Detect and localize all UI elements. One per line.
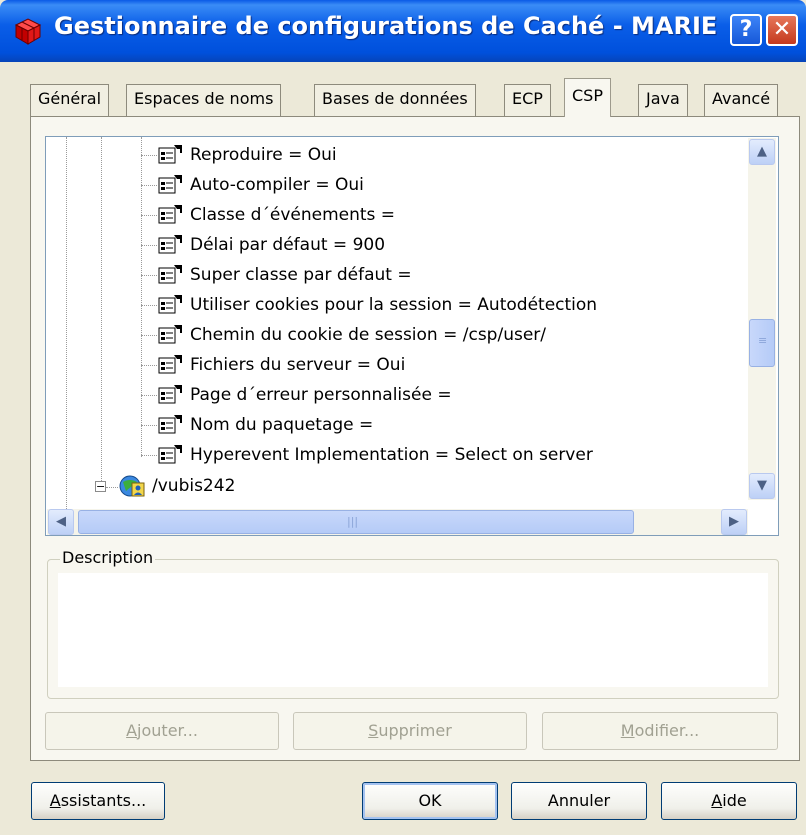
tab-advanced[interactable]: Avancé bbox=[704, 84, 779, 116]
scroll-left-button[interactable]: ◀ bbox=[48, 509, 74, 535]
tree-item[interactable]: Nom du paquetage = bbox=[156, 410, 373, 440]
tree-item-label: Page d´erreur personnalisée = bbox=[190, 385, 452, 405]
cache-cube-icon bbox=[14, 18, 42, 45]
property-icon bbox=[158, 415, 182, 434]
description-label: Description bbox=[60, 548, 156, 567]
help-accel: A bbox=[711, 791, 723, 810]
tab-general[interactable]: Général bbox=[30, 84, 110, 116]
tab-databases[interactable]: Bases de données bbox=[314, 84, 476, 116]
tree-line bbox=[106, 487, 118, 488]
tree-item[interactable]: Hyperevent Implementation = Select on se… bbox=[156, 440, 593, 470]
delete-accel: S bbox=[368, 721, 379, 740]
scroll-down-button[interactable]: ▼ bbox=[749, 473, 775, 499]
property-icon bbox=[158, 265, 182, 284]
tree-line bbox=[141, 215, 157, 216]
tree-item[interactable]: Classe d´événements = bbox=[156, 200, 395, 230]
close-window-button[interactable]: ✕ bbox=[766, 14, 798, 46]
configuration-tree[interactable]: Reproduire = Oui Auto-compiler = Oui Cla… bbox=[45, 136, 779, 536]
cancel-button[interactable]: Annuler bbox=[511, 782, 647, 820]
add-button[interactable]: Ajouter... bbox=[45, 712, 279, 750]
tree-item[interactable]: Reproduire = Oui bbox=[156, 140, 337, 170]
tree-item-label: Chemin du cookie de session = /csp/user/ bbox=[190, 325, 547, 345]
tree-line bbox=[141, 305, 157, 306]
property-icon bbox=[158, 205, 182, 224]
description-text bbox=[58, 573, 768, 687]
modify-accel: M bbox=[620, 721, 635, 740]
tree-item-label: Super classe par défaut = bbox=[190, 265, 412, 285]
tree-line bbox=[141, 425, 157, 426]
tree-folder-node[interactable]: /vubis242 bbox=[118, 471, 235, 501]
title-bar[interactable]: Gestionnaire de configurations de Caché … bbox=[0, 0, 806, 62]
tree-item-label: Reproduire = Oui bbox=[190, 145, 337, 165]
property-icon bbox=[158, 355, 182, 374]
vertical-scrollbar[interactable]: ▲ ≡ ▼ bbox=[748, 138, 776, 500]
tree-line bbox=[141, 155, 157, 156]
tab-java[interactable]: Java bbox=[638, 84, 688, 116]
tree-item-label: Utiliser cookies pour la session = Autod… bbox=[190, 295, 598, 315]
tree-item[interactable]: Chemin du cookie de session = /csp/user/ bbox=[156, 320, 546, 350]
modify-button[interactable]: Modifier... bbox=[542, 712, 778, 750]
tree-item[interactable]: Auto-compiler = Oui bbox=[156, 170, 364, 200]
wizards-accel: A bbox=[49, 791, 61, 810]
tree-line bbox=[66, 137, 67, 517]
ok-button[interactable]: OK bbox=[362, 782, 498, 820]
tree-line bbox=[141, 275, 157, 276]
property-icon bbox=[158, 175, 182, 194]
tab-csp[interactable]: CSP bbox=[564, 78, 611, 117]
tree-folder-label: /vubis242 bbox=[152, 476, 236, 496]
tree-line bbox=[141, 395, 157, 396]
tree-line bbox=[101, 137, 102, 487]
tree-item-label: Hyperevent Implementation = Select on se… bbox=[190, 445, 593, 465]
scroll-right-button[interactable]: ▶ bbox=[721, 509, 747, 535]
grip-icon: ≡ bbox=[758, 334, 768, 347]
tree-line bbox=[141, 365, 157, 366]
tree-item-label: Nom du paquetage = bbox=[190, 415, 374, 435]
tree-item-label: Auto-compiler = Oui bbox=[190, 175, 364, 195]
delete-button[interactable]: Supprimer bbox=[293, 712, 527, 750]
tree-line bbox=[141, 335, 157, 336]
property-icon bbox=[158, 325, 182, 344]
property-icon bbox=[158, 445, 182, 464]
tree-item[interactable]: Fichiers du serveur = Oui bbox=[156, 350, 405, 380]
tree-item[interactable]: Utiliser cookies pour la session = Autod… bbox=[156, 290, 597, 320]
property-icon bbox=[158, 235, 182, 254]
tree-line bbox=[141, 455, 157, 456]
tree-item-label: Classe d´événements = bbox=[190, 205, 396, 225]
horizontal-scroll-thumb[interactable]: ||| bbox=[78, 510, 634, 534]
horizontal-scrollbar[interactable]: ◀ ||| ▶ bbox=[47, 509, 748, 535]
csp-application-icon bbox=[119, 475, 145, 497]
tree-item[interactable]: Super classe par défaut = bbox=[156, 260, 412, 290]
tree-item-label: Fichiers du serveur = Oui bbox=[190, 355, 406, 375]
help-button[interactable]: Aide bbox=[661, 782, 797, 820]
tree-item-label: Délai par défaut = 900 bbox=[190, 235, 386, 255]
property-icon bbox=[158, 145, 182, 164]
property-icon bbox=[158, 295, 182, 314]
add-accel: A bbox=[126, 721, 138, 740]
property-icon bbox=[158, 385, 182, 404]
tree-line bbox=[141, 245, 157, 246]
collapse-toggle[interactable]: − bbox=[95, 481, 106, 492]
tree-line bbox=[141, 185, 157, 186]
tree-item[interactable]: Page d´erreur personnalisée = bbox=[156, 380, 452, 410]
help-title-button[interactable]: ? bbox=[730, 14, 762, 46]
tab-namespaces[interactable]: Espaces de noms bbox=[126, 84, 282, 116]
window-title: Gestionnaire de configurations de Caché … bbox=[54, 12, 718, 40]
vertical-scroll-thumb[interactable]: ≡ bbox=[749, 319, 775, 367]
scroll-up-button[interactable]: ▲ bbox=[749, 139, 775, 165]
wizards-button[interactable]: Assistants... bbox=[31, 782, 165, 820]
tab-ecp[interactable]: ECP bbox=[504, 84, 551, 116]
tree-item[interactable]: Délai par défaut = 900 bbox=[156, 230, 385, 260]
grip-icon: ||| bbox=[347, 515, 359, 528]
